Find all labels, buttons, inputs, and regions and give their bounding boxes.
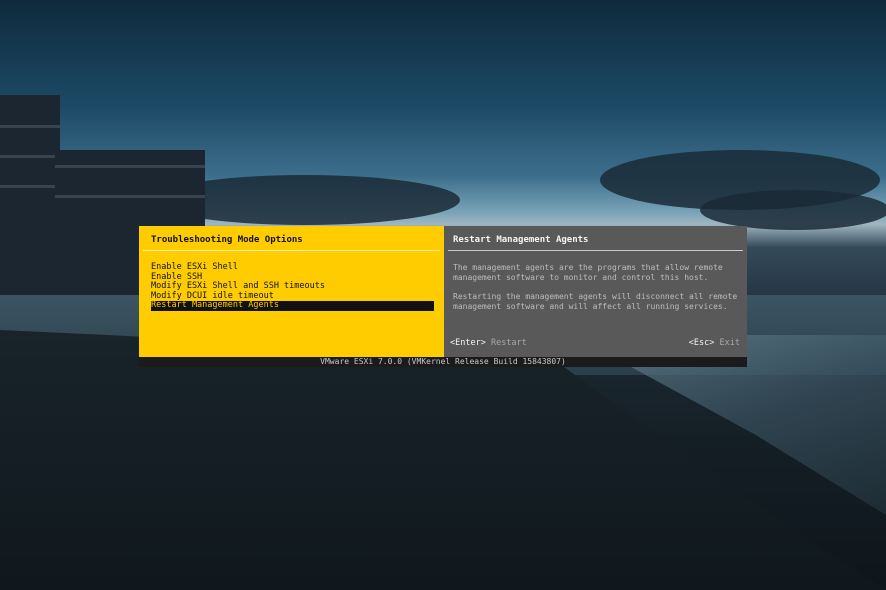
- esc-key-label: <Esc>: [688, 338, 715, 348]
- title-divider: [143, 250, 440, 251]
- version-status-bar: VMware ESXi 7.0.0 (VMKernel Release Buil…: [139, 357, 747, 367]
- description-paragraph: The management agents are the programs t…: [453, 263, 723, 282]
- details-pane-title: Restart Management Agents: [453, 235, 589, 245]
- warning-paragraph: Restarting the management agents will di…: [453, 292, 738, 311]
- options-pane-title: Troubleshooting Mode Options: [151, 235, 303, 245]
- restart-button[interactable]: <Enter> Restart: [450, 338, 527, 348]
- options-pane: Troubleshooting Mode Options Enable ESXi…: [139, 226, 444, 357]
- options-menu: Enable ESXi Shell Enable SSH Modify ESXi…: [151, 262, 434, 311]
- exit-button[interactable]: <Esc> Exit: [689, 338, 740, 348]
- dcui-console: Troubleshooting Mode Options Enable ESXi…: [139, 226, 747, 367]
- menu-item-restart-management-agents[interactable]: Restart Management Agents: [151, 301, 434, 311]
- restart-action-label: Restart: [490, 338, 527, 348]
- building-silhouette: [0, 95, 60, 305]
- cloud-shape: [700, 190, 886, 230]
- exit-action-label: Exit: [719, 338, 740, 348]
- enter-key-label: <Enter>: [450, 338, 486, 348]
- title-divider: [448, 250, 743, 251]
- details-pane: Restart Management Agents The management…: [444, 226, 747, 357]
